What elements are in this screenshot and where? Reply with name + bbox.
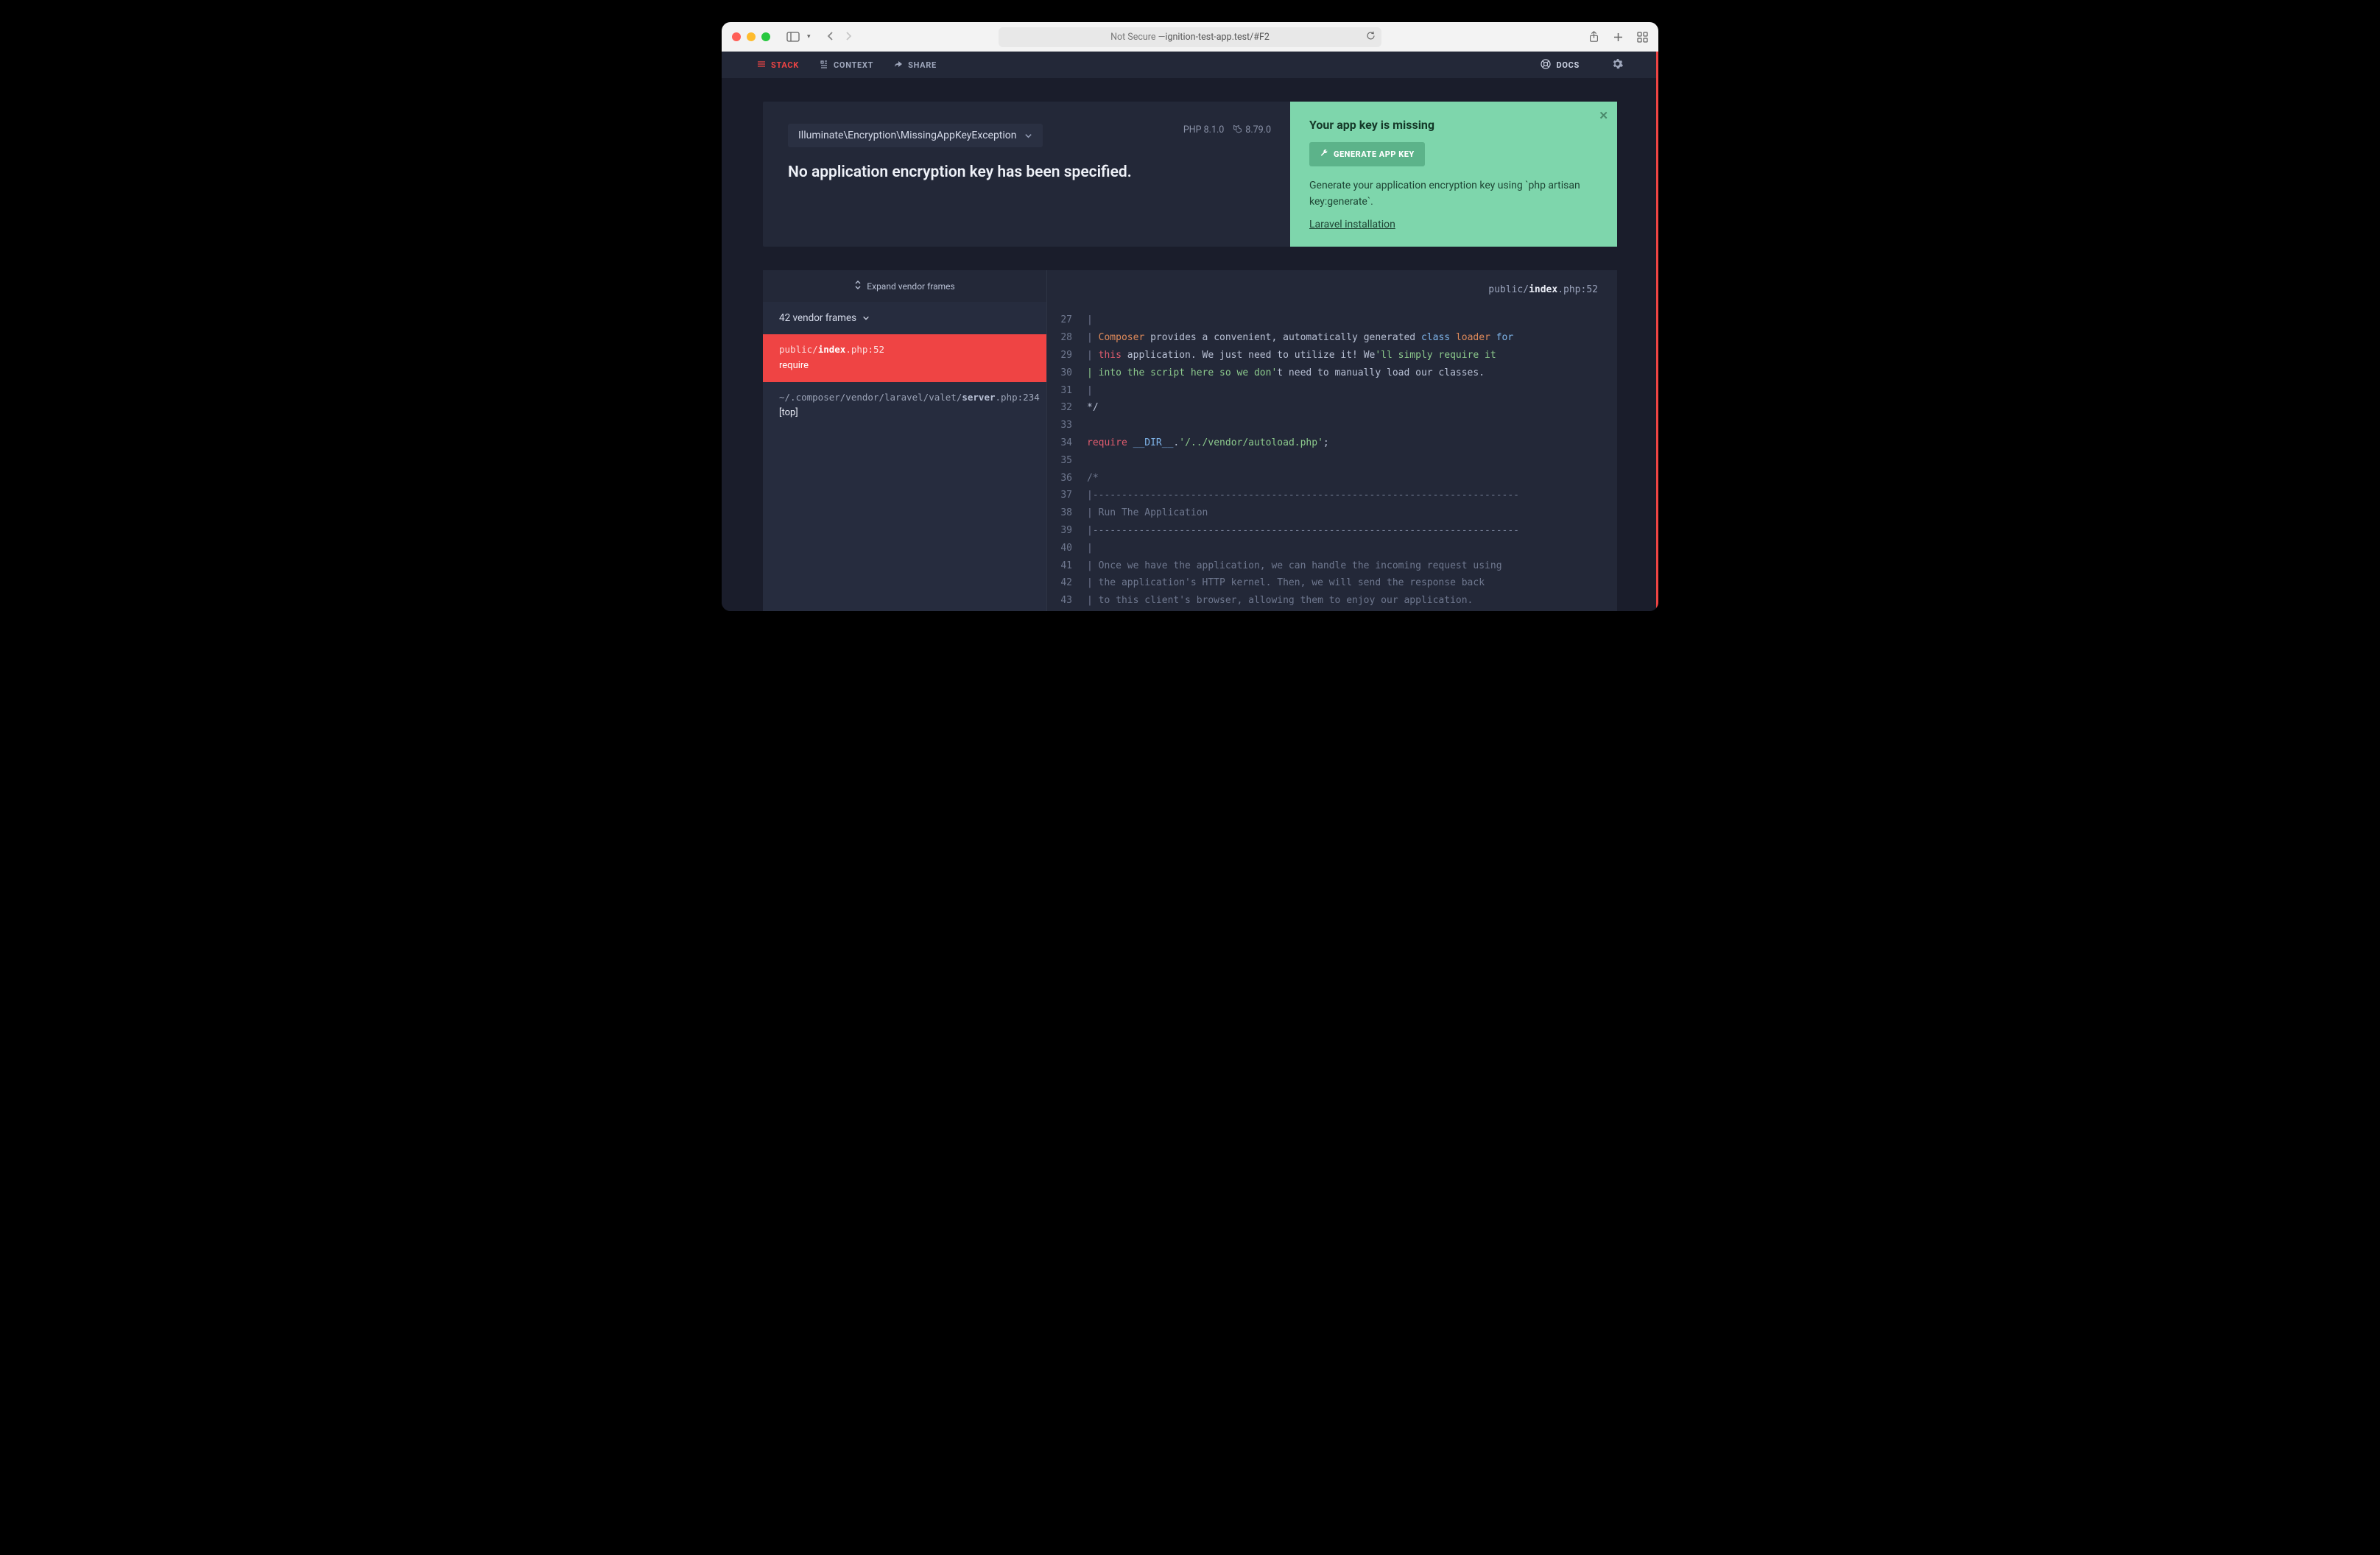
- exception-class: Illuminate\Encryption\MissingAppKeyExcep…: [798, 130, 1017, 141]
- frame-path: public/index.php:52: [779, 343, 1030, 357]
- vendor-frames-count: 42 vendor frames: [779, 312, 856, 324]
- solution-link[interactable]: Laravel installation: [1309, 219, 1598, 230]
- lifebuoy-icon: [1541, 59, 1551, 71]
- gear-icon: [1612, 62, 1623, 71]
- frame-function: [top]: [779, 406, 1030, 420]
- wrench-icon: [1320, 149, 1328, 160]
- code-body[interactable]: 2728293031323334353637383940414243 || Co…: [1047, 308, 1617, 611]
- nav-docs-label: DOCS: [1556, 60, 1580, 70]
- file-path-line: :52: [1581, 284, 1598, 295]
- nav-forward-icon[interactable]: [845, 30, 852, 44]
- nav-share[interactable]: SHARE: [894, 60, 937, 70]
- traffic-lights: [732, 32, 770, 41]
- line-gutter: 2728293031323334353637383940414243: [1047, 308, 1080, 611]
- generate-app-key-button[interactable]: GENERATE APP KEY: [1309, 142, 1425, 166]
- minimize-window-button[interactable]: [747, 32, 756, 41]
- vendor-frames-dropdown[interactable]: 42 vendor frames: [763, 302, 1046, 334]
- laravel-icon: [1233, 124, 1242, 136]
- frame-path: ~/.composer/vendor/laravel/valet/server.…: [779, 391, 1030, 405]
- code-column: public/index.php:52 27282930313233343536…: [1047, 270, 1617, 611]
- top-nav: STACK CONTEXT SHARE DOCS: [722, 52, 1658, 78]
- chevron-down-icon: [862, 314, 870, 322]
- laravel-version: 8.79.0: [1245, 124, 1271, 135]
- expand-vendor-label: Expand vendor frames: [867, 281, 954, 292]
- nav-context-label: CONTEXT: [834, 60, 873, 70]
- nav-stack-label: STACK: [771, 60, 799, 70]
- maximize-window-button[interactable]: [761, 32, 770, 41]
- expand-vendor-frames[interactable]: Expand vendor frames: [763, 270, 1046, 302]
- stack-frame[interactable]: ~/.composer/vendor/laravel/valet/server.…: [763, 382, 1046, 429]
- code-file-header: public/index.php:52: [1047, 270, 1617, 308]
- browser-window: ▾ Not Secure — ignition-test-app.test/#F…: [722, 22, 1658, 611]
- nav-context[interactable]: CONTEXT: [820, 60, 873, 71]
- solution-panel: ✕ Your app key is missing GENERATE APP K…: [1290, 102, 1617, 247]
- nav-share-label: SHARE: [908, 60, 937, 70]
- php-version: PHP 8.1.0: [1183, 124, 1224, 135]
- new-tab-icon[interactable]: [1613, 32, 1624, 43]
- stack-area: Expand vendor frames 42 vendor frames pu…: [763, 270, 1617, 611]
- error-indicator-stripe: [1656, 52, 1658, 611]
- reload-icon[interactable]: [1366, 31, 1376, 43]
- expand-icon: [854, 281, 862, 292]
- chevron-down-icon: [1024, 132, 1032, 140]
- error-card: Illuminate\Encryption\MissingAppKeyExcep…: [763, 102, 1617, 247]
- frames-column: Expand vendor frames 42 vendor frames pu…: [763, 270, 1047, 611]
- share-icon[interactable]: [1588, 31, 1599, 43]
- close-solution-button[interactable]: ✕: [1599, 109, 1608, 122]
- nav-stack[interactable]: STACK: [757, 60, 799, 71]
- file-path-name: index: [1529, 284, 1557, 295]
- exception-chip[interactable]: Illuminate\Encryption\MissingAppKeyExcep…: [788, 124, 1043, 147]
- code-lines: || Composer provides a convenient, autom…: [1080, 308, 1617, 611]
- version-meta: PHP 8.1.0 8.79.0: [1183, 124, 1271, 136]
- chevron-down-icon[interactable]: ▾: [807, 33, 811, 40]
- tabs-overview-icon[interactable]: [1637, 32, 1648, 43]
- not-secure-label: Not Secure —: [1110, 32, 1165, 43]
- frame-function: require: [779, 359, 1030, 373]
- titlebar: ▾ Not Secure — ignition-test-app.test/#F…: [722, 22, 1658, 52]
- solution-description: Generate your application encryption key…: [1309, 178, 1598, 210]
- context-icon: [820, 60, 828, 71]
- settings-button[interactable]: [1612, 58, 1623, 71]
- sidebar-toggle-icon[interactable]: [786, 32, 800, 42]
- url-text: ignition-test-app.test/#F2: [1165, 32, 1270, 43]
- share-arrow-icon: [894, 60, 903, 70]
- file-path-pre: public/: [1488, 284, 1529, 295]
- file-path-ext: .php: [1557, 284, 1580, 295]
- stack-icon: [757, 60, 766, 71]
- ignition-app: STACK CONTEXT SHARE DOCS: [722, 52, 1658, 611]
- error-message: No application encryption key has been s…: [788, 163, 1265, 181]
- generate-button-label: GENERATE APP KEY: [1334, 149, 1415, 159]
- url-bar[interactable]: Not Secure — ignition-test-app.test/#F2: [999, 27, 1381, 47]
- nav-docs[interactable]: DOCS: [1541, 59, 1580, 71]
- solution-title: Your app key is missing: [1309, 118, 1598, 132]
- close-window-button[interactable]: [732, 32, 741, 41]
- nav-back-icon[interactable]: [827, 30, 834, 44]
- stack-frame[interactable]: public/index.php:52 require: [763, 334, 1046, 381]
